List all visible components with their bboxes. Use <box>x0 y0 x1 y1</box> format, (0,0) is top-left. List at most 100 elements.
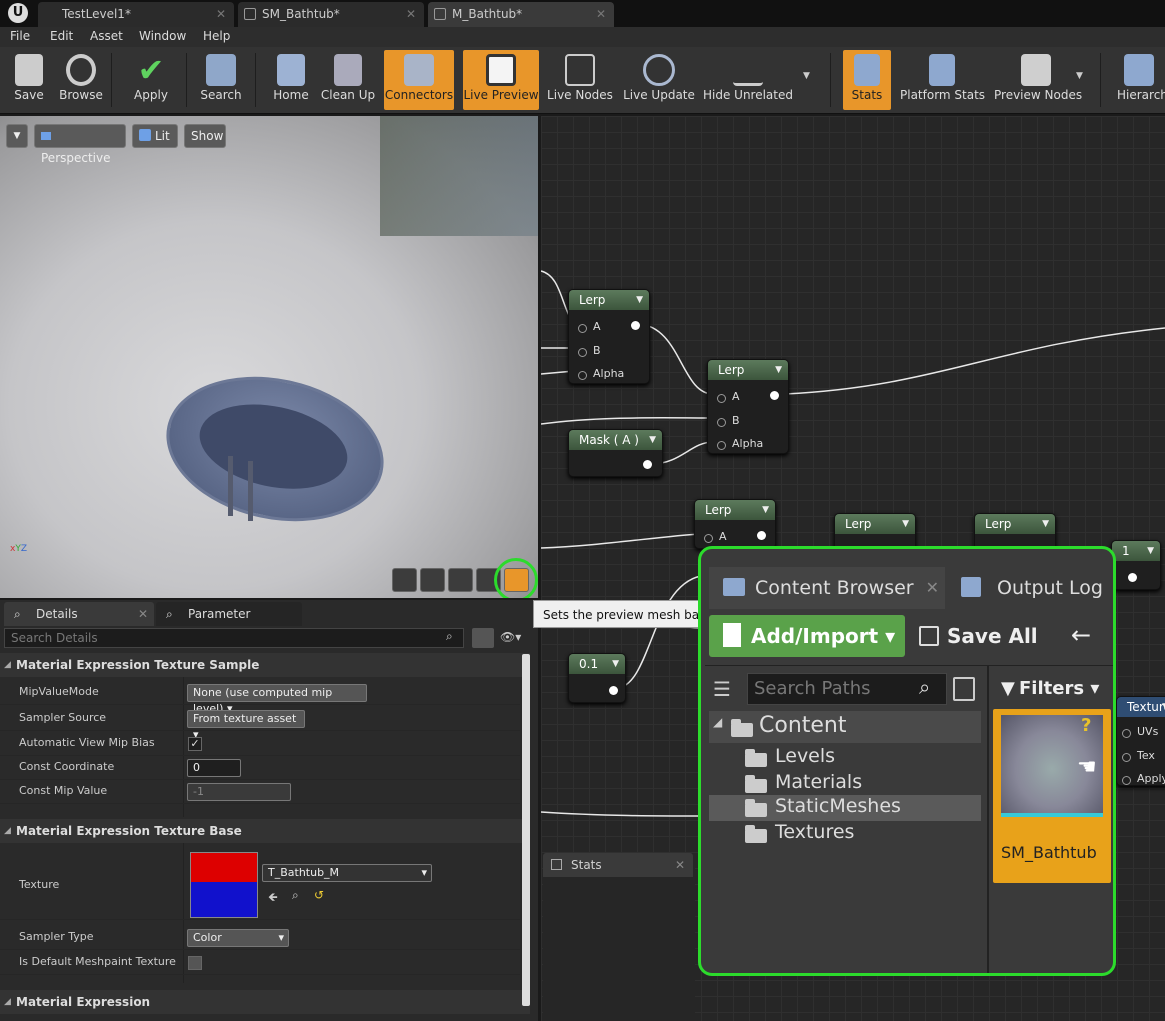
hide-unrelated-button[interactable]: Hide Unrelated <box>702 50 794 110</box>
hierarchy-button[interactable]: Hierarchy <box>1112 50 1165 110</box>
search-details-input[interactable]: Search Details <box>4 628 464 648</box>
tab-sm-bathtub[interactable]: SM_Bathtub* ✕ <box>238 2 424 27</box>
save-all-button[interactable]: Save All <box>915 615 1045 657</box>
sampler-source-dropdown[interactable]: From texture asset ▾ <box>187 710 305 741</box>
auto-view-mip-bias-checkbox[interactable]: ✓ <box>188 737 202 751</box>
live-nodes-button[interactable]: Live Nodes <box>547 50 613 110</box>
cylinder-preview-button[interactable] <box>392 568 417 592</box>
browse-button[interactable]: Browse <box>56 50 106 110</box>
tab-testlevel1[interactable]: TestLevel1* ✕ <box>38 2 234 27</box>
output-pin[interactable] <box>1128 573 1137 582</box>
section-material-expression[interactable]: Material Expression <box>0 990 530 1014</box>
tab-details[interactable]: ⌕ Details ✕ <box>4 602 154 626</box>
folder-row-content[interactable]: ◢ Content <box>709 711 981 743</box>
close-icon[interactable]: ✕ <box>216 2 226 26</box>
output-pin[interactable] <box>770 391 779 400</box>
preview-nodes-button[interactable]: Preview Nodes <box>994 50 1082 110</box>
mask-node[interactable]: Mask ( A ) <box>568 429 663 477</box>
menu-help[interactable]: Help <box>203 29 230 43</box>
lerp-node[interactable]: Lerp ABAlpha <box>707 359 789 454</box>
content-browser-icon <box>723 578 745 596</box>
folder-row-staticmeshes[interactable]: StaticMeshes <box>709 795 981 821</box>
close-icon[interactable]: ✕ <box>926 567 939 609</box>
asset-tile-sm-bathtub[interactable]: ? ☚ SM_Bathtub <box>993 709 1111 883</box>
mip-value-mode-dropdown[interactable]: None (use computed mip level) ▾ <box>187 684 367 715</box>
search-icon: ⌕ <box>14 607 21 621</box>
menu-file[interactable]: File <box>10 29 30 43</box>
tab-m-bathtub[interactable]: M_Bathtub* ✕ <box>428 2 614 27</box>
section-texture-base[interactable]: Material Expression Texture Base <box>0 819 530 843</box>
folder-icon <box>745 775 767 793</box>
tab-parameter-defaults[interactable]: ⌕Parameter Defaults <box>156 602 302 645</box>
folder-row-textures[interactable]: Textures <box>709 821 981 847</box>
eye-icon[interactable]: 👁▾ <box>500 630 521 644</box>
close-icon[interactable]: ✕ <box>596 2 606 26</box>
add-import-button[interactable]: Add/Import ▾ <box>709 615 905 657</box>
sampler-type-dropdown[interactable]: Color ▾ <box>187 929 289 947</box>
const-mip-value-input[interactable]: -1 <box>187 783 291 801</box>
lit-button[interactable]: Lit <box>132 124 178 148</box>
clean-up-button[interactable]: Clean Up <box>320 50 376 110</box>
back-arrow-icon[interactable]: ← <box>1071 621 1091 649</box>
tab-stats[interactable]: Stats ✕ <box>543 853 693 877</box>
chevron-down-icon[interactable]: ▼ <box>803 71 810 81</box>
close-icon[interactable]: ✕ <box>675 853 685 877</box>
preview-viewport[interactable]: ▼ Perspective Lit Show xYZ <box>0 116 538 598</box>
texture-sample-node[interactable]: Texture UVsTexApply <box>1116 696 1165 786</box>
constant-node[interactable]: 1 <box>1111 540 1161 590</box>
scrollbar[interactable] <box>522 654 530 1006</box>
search-button[interactable]: Search <box>196 50 246 110</box>
plane-preview-button[interactable] <box>448 568 473 592</box>
viewport-options-dropdown[interactable]: ▼ <box>6 124 28 148</box>
lerp-node[interactable]: Lerp ABAlpha <box>568 289 650 384</box>
chevron-down-icon[interactable]: ▼ <box>1076 71 1083 81</box>
texture-asset-dropdown[interactable]: T_Bathtub_M ▾ <box>262 864 432 882</box>
tab-output-log[interactable]: Output Log <box>951 567 1111 609</box>
perspective-button[interactable]: Perspective <box>34 124 126 165</box>
live-preview-button[interactable]: Live Preview <box>463 50 539 110</box>
search-paths-input[interactable]: Search Paths <box>747 673 947 705</box>
live-nodes-icon <box>565 54 595 86</box>
home-button[interactable]: Home <box>266 50 316 110</box>
menu-asset[interactable]: Asset <box>90 29 123 43</box>
path-view-options-icon[interactable] <box>953 677 975 701</box>
folder-icon <box>745 749 767 767</box>
stats-button[interactable]: Stats <box>843 50 891 110</box>
folder-row-levels[interactable]: Levels <box>709 745 981 771</box>
use-selected-arrow-icon[interactable]: 🡸 <box>268 888 278 909</box>
unreal-logo-icon[interactable]: U <box>8 3 28 23</box>
menu-edit[interactable]: Edit <box>50 29 73 43</box>
sources-toggle-icon[interactable]: ☰ <box>713 677 731 701</box>
apply-button[interactable]: ✔ Apply <box>126 50 176 110</box>
menu-window[interactable]: Window <box>139 29 186 43</box>
faucet-leg <box>228 456 233 516</box>
output-pin[interactable] <box>631 321 640 330</box>
texture-thumbnail[interactable] <box>190 852 258 918</box>
const-coordinate-input[interactable]: 0 <box>187 759 241 777</box>
section-texture-sample[interactable]: Material Expression Texture Sample <box>0 653 530 677</box>
static-mesh-icon <box>244 8 256 20</box>
tab-content-browser[interactable]: Content Browser ✕ <box>709 567 945 609</box>
sphere-preview-button[interactable] <box>420 568 445 592</box>
live-update-button[interactable]: Live Update <box>622 50 696 110</box>
close-icon[interactable]: ✕ <box>406 2 416 26</box>
meshpaint-checkbox[interactable] <box>188 956 202 970</box>
output-pin[interactable] <box>643 460 652 469</box>
output-pin[interactable] <box>609 686 618 695</box>
connectors-button[interactable]: Connectors <box>384 50 454 110</box>
show-button[interactable]: Show <box>184 124 226 148</box>
search-icon: ⌕ <box>166 607 173 621</box>
browse-magnifier-icon[interactable]: ⌕ <box>292 888 299 903</box>
close-icon[interactable]: ✕ <box>138 602 148 626</box>
material-icon <box>434 8 446 20</box>
collapse-arrow-icon: ◢ <box>713 715 723 729</box>
platform-stats-button[interactable]: Platform Stats <box>900 50 985 110</box>
output-pin[interactable] <box>757 531 766 540</box>
view-options-icon[interactable] <box>472 628 494 648</box>
reset-icon[interactable]: ↺ <box>314 888 324 902</box>
constant-node[interactable]: 0.1 <box>568 653 626 703</box>
lerp-node[interactable]: LerpA <box>694 499 776 549</box>
folder-row-materials[interactable]: Materials <box>709 771 981 797</box>
save-button[interactable]: Save <box>4 50 54 110</box>
filters-button[interactable]: ▼ Filters ▾ <box>997 673 1109 705</box>
